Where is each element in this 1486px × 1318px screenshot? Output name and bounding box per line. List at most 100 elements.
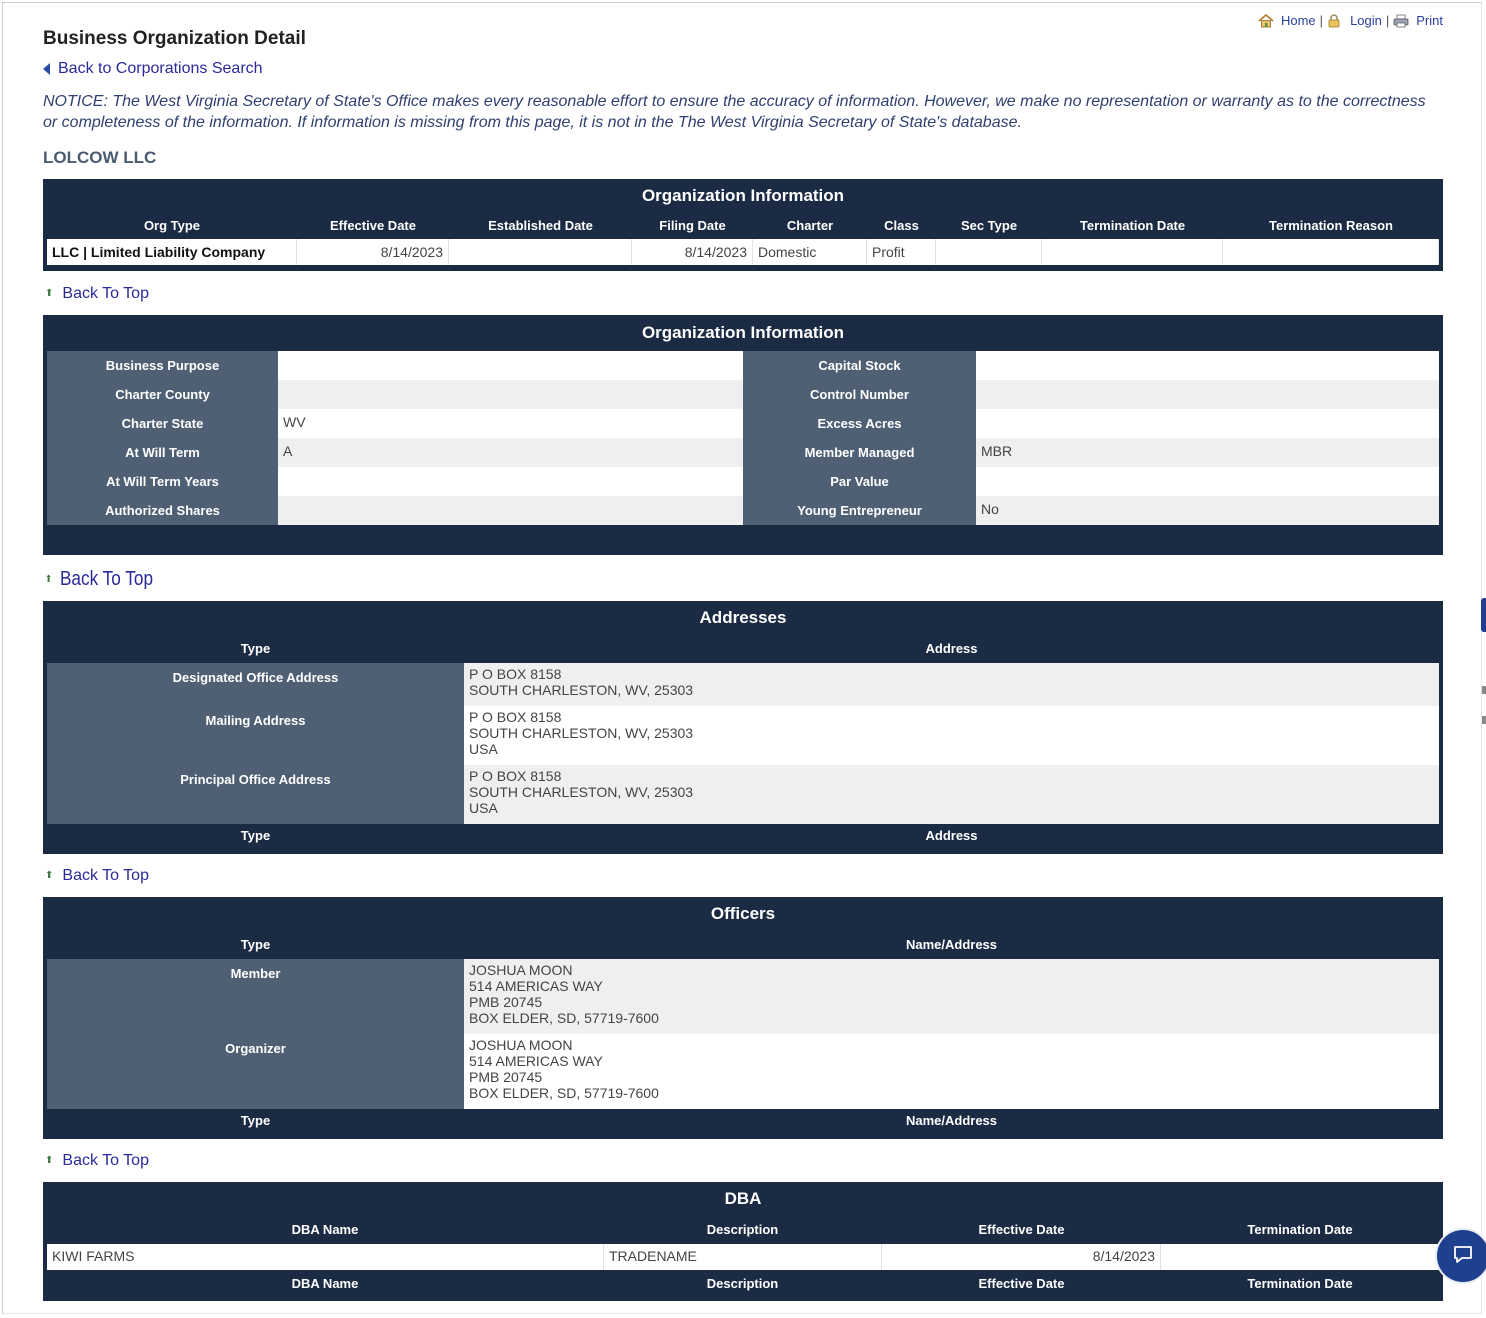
col-termination-date: Termination Date — [1247, 1221, 1353, 1237]
chat-button[interactable] — [1435, 1228, 1486, 1284]
officers-footer: Type Name/Address — [47, 1109, 1439, 1131]
value-business-purpose — [278, 351, 743, 380]
lock-icon — [1327, 13, 1343, 28]
cell-description: TRADENAME — [604, 1244, 882, 1270]
table-row: LLC | Limited Liability Company 8/14/202… — [47, 239, 1439, 265]
dba-title: DBA — [724, 1189, 762, 1208]
org-info-table: Organization Information Org Type Effect… — [43, 179, 1443, 271]
address-line: SOUTH CHARLESTON, WV, 25303 — [469, 784, 694, 800]
back-to-top-label: Back To Top — [62, 867, 149, 884]
address-value: P O BOX 8158 SOUTH CHARLESTON, WV, 25303 — [464, 663, 1439, 706]
back-to-top-link[interactable]: ⬆ Back To Top — [45, 867, 149, 885]
col-name-address: Name/Address — [905, 936, 998, 952]
col-filing-date: Filing Date — [659, 217, 726, 233]
chat-icon — [1452, 1243, 1474, 1270]
label-control-number: Control Number — [743, 380, 976, 409]
cell-org-type: LLC | Limited Liability Company — [47, 239, 297, 265]
col-description: Description — [706, 1221, 779, 1237]
address-type: Mailing Address — [47, 706, 464, 765]
value-par-value — [976, 467, 1439, 496]
value-excess-acres — [976, 409, 1439, 438]
page-title: Business Organization Detail — [43, 28, 306, 49]
table-row: Business Purpose Capital Stock — [47, 351, 1439, 380]
org-info-header: Org Type Effective Date Established Date… — [47, 211, 1439, 239]
officer-line: BOX ELDER, SD, 57719-7600 — [469, 1085, 659, 1101]
value-authorized-shares — [278, 496, 743, 525]
col-address: Address — [925, 827, 978, 843]
address-line: P O BOX 8158 — [469, 666, 562, 682]
col-type: Type — [240, 827, 271, 843]
login-link[interactable]: Login — [1350, 13, 1382, 28]
table-row: Organizer JOSHUA MOON 514 AMERICAS WAY P… — [47, 1034, 1439, 1109]
table-row: Principal Office Address P O BOX 8158 SO… — [47, 765, 1439, 824]
col-type: Type — [240, 1112, 271, 1128]
side-feedback-tab[interactable] — [1481, 598, 1486, 632]
back-to-search-label: Back to Corporations Search — [58, 60, 263, 77]
officer-line: 514 AMERICAS WAY — [469, 978, 603, 994]
officer-value: JOSHUA MOON 514 AMERICAS WAY PMB 20745 B… — [464, 959, 1439, 1034]
value-capital-stock — [976, 351, 1439, 380]
back-to-top-link[interactable]: ⬆ Back To Top — [45, 1152, 149, 1170]
cell-charter: Domestic — [753, 239, 867, 265]
col-effective-date: Effective Date — [330, 217, 416, 233]
col-termination-date: Termination Date — [1247, 1275, 1353, 1291]
back-to-top-link[interactable]: ⬆ Back To Top — [45, 285, 149, 303]
value-young-entrepreneur: No — [976, 496, 1439, 525]
officer-line: PMB 20745 — [469, 994, 543, 1010]
address-value: P O BOX 8158 SOUTH CHARLESTON, WV, 25303… — [464, 765, 1439, 824]
addresses-footer: Type Address — [47, 824, 1439, 846]
table-row: Charter County Control Number — [47, 380, 1439, 409]
officers-title: Officers — [710, 904, 776, 923]
cell-effective-date: 8/14/2023 — [882, 1244, 1161, 1270]
officer-line: JOSHUA MOON — [469, 1037, 573, 1053]
print-link[interactable]: Print — [1416, 13, 1443, 28]
cell-termination-date — [1042, 239, 1223, 265]
cell-established-date — [449, 239, 632, 265]
address-line: P O BOX 8158 — [469, 709, 562, 725]
dba-footer: DBA Name Description Effective Date Term… — [47, 1270, 1439, 1296]
officer-type: Organizer — [47, 1034, 464, 1109]
notice-text: NOTICE: The West Virginia Secretary of S… — [43, 93, 1426, 131]
arrow-up-icon: ⬆ — [45, 573, 53, 585]
org-details-title: Organization Information — [641, 323, 845, 342]
address-line: USA — [469, 741, 498, 757]
table-row: Authorized Shares Young Entrepreneur No — [47, 496, 1439, 525]
scroll-marker — [1482, 686, 1486, 694]
col-effective-date: Effective Date — [978, 1275, 1065, 1291]
addresses-header: Type Address — [47, 633, 1439, 663]
label-charter-county: Charter County — [47, 380, 278, 409]
officer-line: 514 AMERICAS WAY — [469, 1053, 603, 1069]
cell-sec-type — [936, 239, 1042, 265]
arrow-up-icon: ⬆ — [45, 288, 54, 299]
col-dba-name: DBA Name — [291, 1275, 359, 1291]
label-authorized-shares: Authorized Shares — [47, 496, 278, 525]
label-at-will-term-years: At Will Term Years — [47, 467, 278, 496]
col-established-date: Established Date — [488, 217, 593, 233]
officer-type: Member — [47, 959, 464, 1034]
col-class: Class — [884, 217, 919, 233]
col-termination-reason: Termination Reason — [1268, 217, 1393, 233]
home-link[interactable]: Home — [1281, 13, 1316, 28]
label-excess-acres: Excess Acres — [743, 409, 976, 438]
col-description: Description — [706, 1275, 779, 1291]
value-charter-county — [278, 380, 743, 409]
back-to-top-label: Back To Top — [62, 1152, 149, 1169]
address-line: SOUTH CHARLESTON, WV, 25303 — [469, 725, 694, 741]
value-charter-state: WV — [278, 409, 743, 438]
officer-line: BOX ELDER, SD, 57719-7600 — [469, 1010, 659, 1026]
col-effective-date: Effective Date — [978, 1221, 1065, 1237]
officers-header: Type Name/Address — [47, 929, 1439, 959]
back-to-search-link[interactable]: Back to Corporations Search — [43, 60, 263, 78]
table-row: At Will Term Years Par Value — [47, 467, 1439, 496]
cell-dba-name: KIWI FARMS — [47, 1244, 604, 1270]
printer-icon — [1393, 14, 1409, 28]
arrow-up-icon: ⬆ — [45, 870, 54, 881]
org-info-title: Organization Information — [641, 186, 845, 205]
addresses-table: Addresses Type Address Designated Office… — [43, 601, 1443, 854]
arrow-left-icon — [43, 63, 50, 75]
table-row: KIWI FARMS TRADENAME 8/14/2023 — [47, 1244, 1439, 1270]
officers-table: Officers Type Name/Address Member JOSHUA… — [43, 897, 1443, 1139]
back-to-top-link[interactable]: ⬆ Back To Top — [45, 568, 153, 591]
home-icon — [1258, 13, 1274, 28]
label-member-managed: Member Managed — [743, 438, 976, 467]
